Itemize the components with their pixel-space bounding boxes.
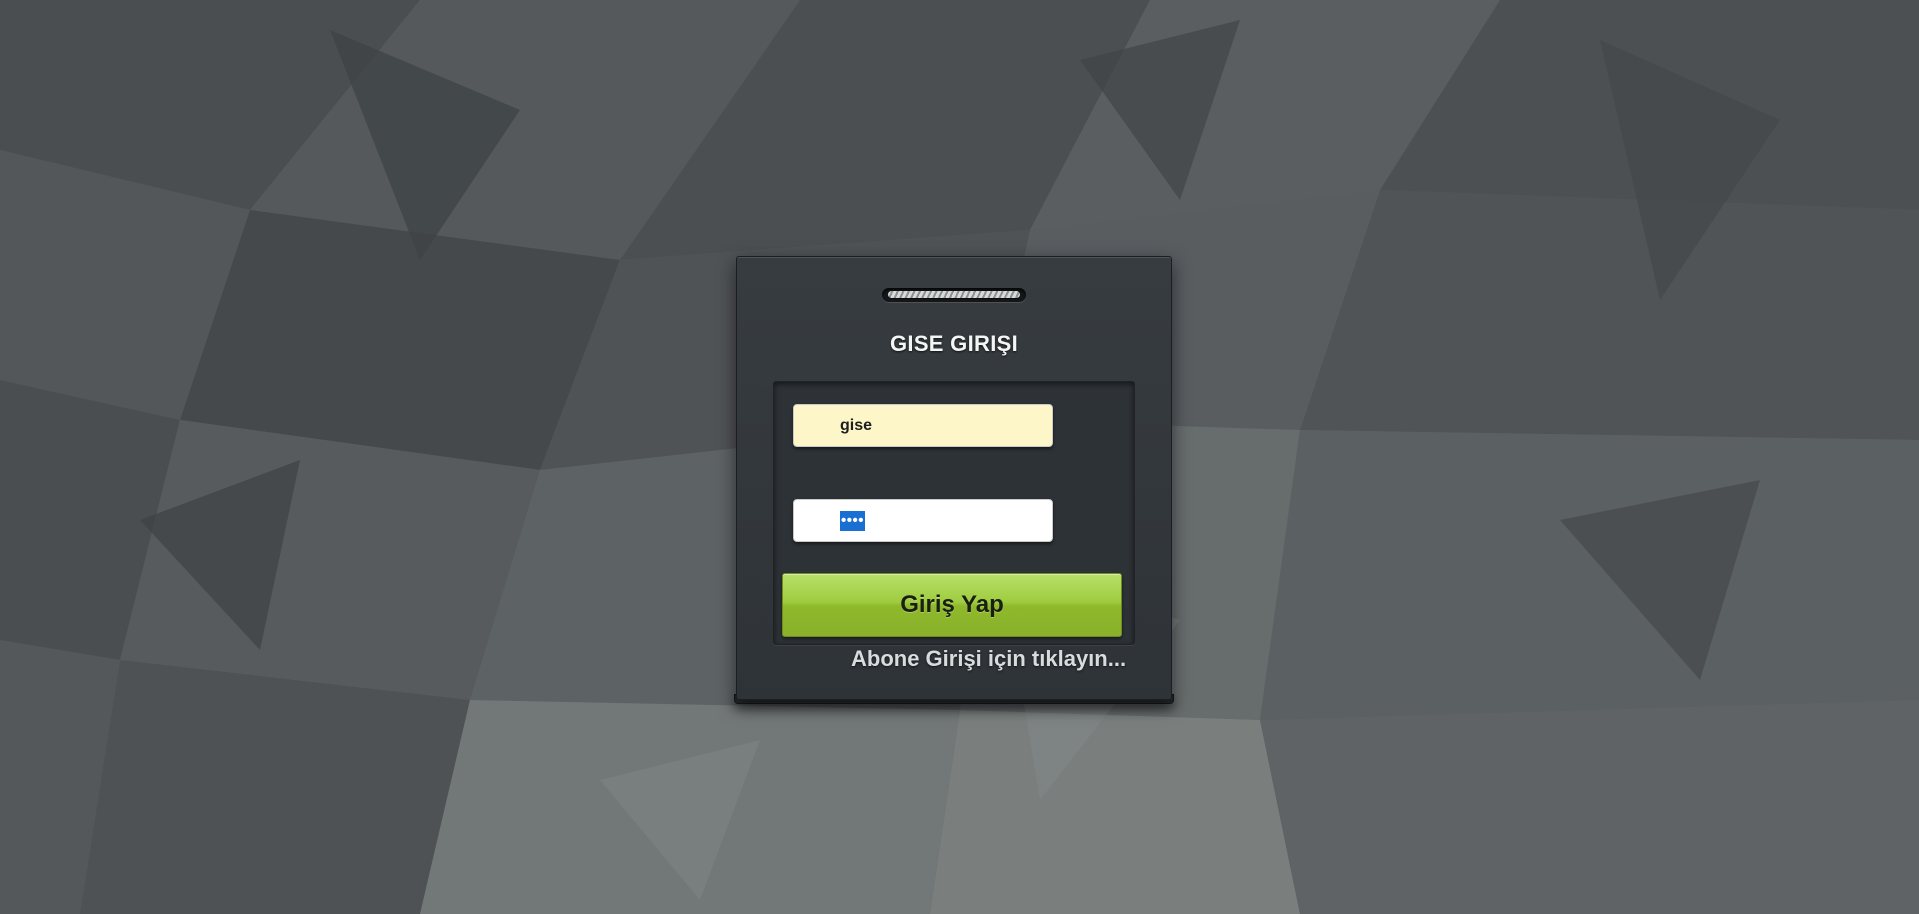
subscriber-login-link[interactable]: Abone Girişi için tıklayın... (851, 646, 1126, 672)
username-input[interactable] (793, 404, 1053, 447)
login-card: GISE GIRIŞI •••• Giriş Yap Abone Girişi … (736, 256, 1172, 700)
login-form: •••• Giriş Yap (773, 381, 1135, 645)
hanger-rope-icon (882, 288, 1026, 302)
rope-strand (888, 291, 1020, 298)
password-input[interactable]: •••• (793, 499, 1053, 542)
login-title: GISE GIRIŞI (890, 331, 1018, 356)
password-selected-text: •••• (840, 510, 866, 531)
login-submit-button[interactable]: Giriş Yap (782, 573, 1122, 637)
